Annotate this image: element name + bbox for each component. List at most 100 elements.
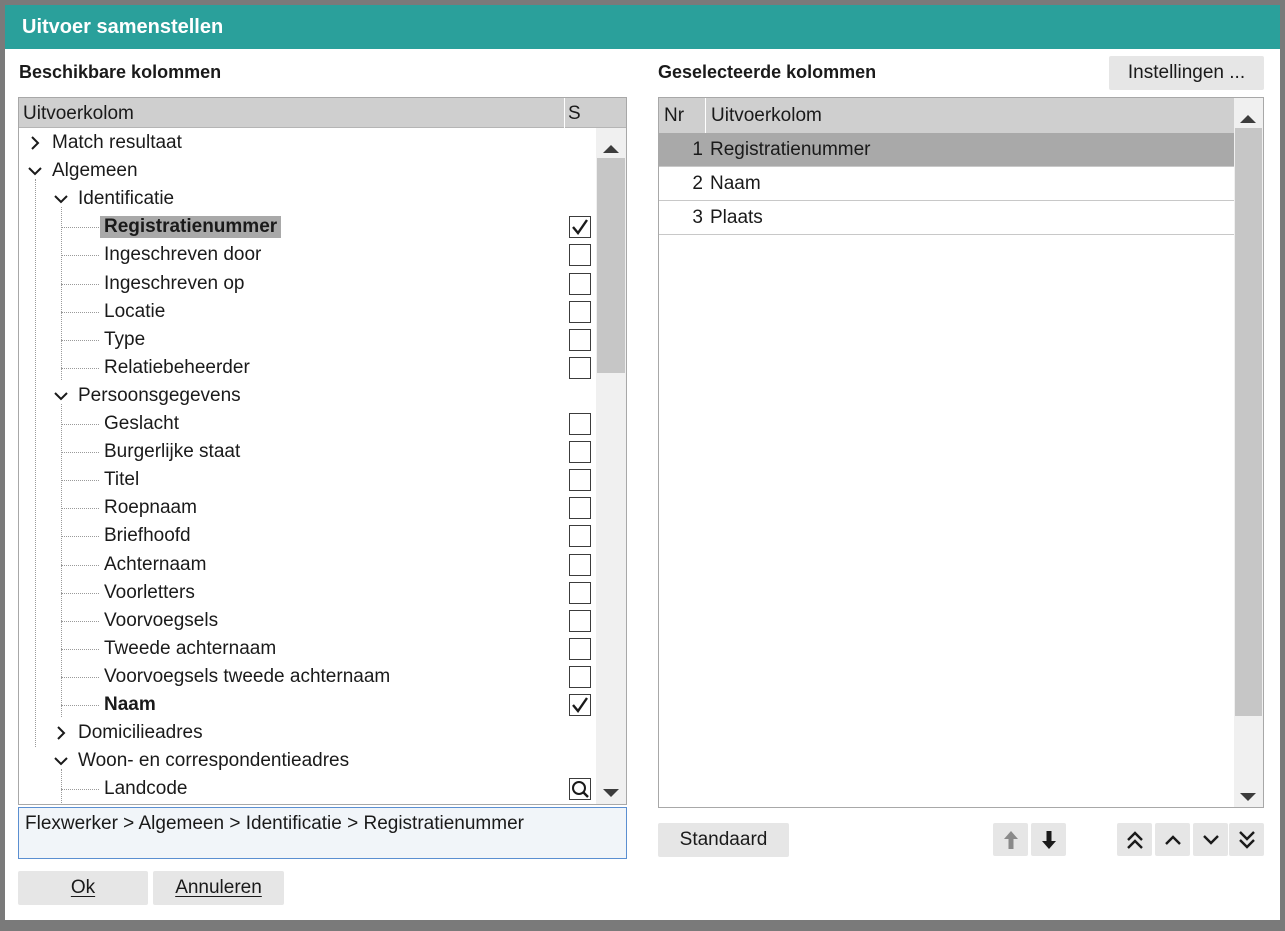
tree-row-label: Voorletters [104,581,195,603]
tree-connector [61,452,99,454]
list-scroll-down-icon[interactable] [1240,786,1256,807]
chevron-right-icon[interactable] [53,725,69,741]
tree-row-label: Geslacht [104,413,179,434]
tree-row[interactable]: Ingeschreven op [19,270,596,298]
tree-row[interactable]: Registratienummer [19,213,596,241]
tree-connector [61,339,99,341]
tree-row-label: Identificatie [78,188,175,210]
tree-scroll-up-icon[interactable] [603,138,619,160]
available-columns-tree: Uitvoerkolom S Match resultaat Algemeen Id… [18,97,627,805]
checkbox-unchecked[interactable] [569,497,591,520]
tree-row[interactable]: Persoonsgegevens [19,382,596,410]
list-item[interactable]: 2 Naam [659,167,1234,201]
tree-row[interactable]: Match resultaat [19,129,596,157]
move-one-up-chevron-up-icon[interactable] [1155,823,1190,856]
chevron-down-icon[interactable] [53,753,69,769]
tree-row-label: Type [104,328,146,350]
tree-row[interactable]: Tweede achternaam [19,635,596,663]
list-header-nr[interactable]: Nr [664,105,684,127]
checkbox-unchecked[interactable] [569,413,591,435]
tree-row[interactable]: Identificatie [19,185,596,213]
tree-scrollbar[interactable] [596,128,626,804]
checkbox-unchecked[interactable] [569,328,591,351]
checkbox-unchecked[interactable] [569,609,591,632]
checkbox-unchecked[interactable] [569,272,591,295]
tree-connector [61,367,99,369]
list-item[interactable]: 1 Registratienummer [659,133,1234,167]
tree-row[interactable]: Briefhoofd [19,522,596,550]
ok-button[interactable]: Ok [18,871,148,905]
tree-connector [61,676,99,678]
list-item[interactable]: 3 Plaats [659,201,1234,235]
tree-row[interactable]: Geslacht [19,410,596,438]
selected-path-field[interactable]: Flexwerker > Algemeen > Identificatie > … [18,807,627,859]
cancel-button[interactable]: Annuleren [153,871,284,905]
list-header: Nr Uitvoerkolom [659,98,1234,133]
move-up-arrow-icon[interactable] [993,823,1028,856]
tree-row[interactable]: Voorvoegsels [19,607,596,635]
tree-row-label: Woon- en correspondentieadres [78,750,350,772]
list-scroll-up-icon[interactable] [1240,108,1256,130]
tree-connector [61,480,99,482]
settings-button[interactable]: Instellingen ... [1109,56,1264,90]
tree-row[interactable]: Burgerlijke staat [19,438,596,466]
tree-row[interactable]: Voorvoegsels tweede achternaam [19,663,596,691]
tree-row[interactable]: Titel [19,466,596,494]
tree-row[interactable]: Naam [19,691,596,719]
chevron-down-icon[interactable] [27,163,43,179]
tree-connector [61,311,99,313]
tree-connector [61,227,99,229]
tree-scrollbar-thumb[interactable] [597,158,625,373]
tree-row-label: Algemeen [52,160,138,182]
move-down-arrow-icon[interactable] [1031,823,1066,856]
tree-row-label: Registratienummer [100,216,282,239]
checkbox-unchecked[interactable] [569,244,591,267]
list-scrollbar-thumb[interactable] [1235,128,1262,716]
tree-row[interactable]: Locatie [19,298,596,326]
tree-row[interactable]: Roepnaam [19,494,596,522]
move-bottom-double-chevron-down-icon[interactable] [1229,823,1264,856]
tree-row-label: Relatiebeheerder [104,356,250,378]
tree-row[interactable]: Landcode [19,775,596,803]
tree-row[interactable]: Woon- en correspondentieadres [19,747,596,775]
list-header-column[interactable]: Uitvoerkolom [711,105,822,127]
tree-row-label: Domicilieadres [78,722,203,744]
tree-row[interactable]: Ingeschreven door [19,241,596,269]
checkbox-checked[interactable] [569,216,591,239]
tree-header-column[interactable]: Uitvoerkolom [23,103,134,125]
checkbox-unchecked[interactable] [569,525,591,548]
checkbox-unchecked[interactable] [569,441,591,464]
tree-row[interactable]: Algemeen [19,157,596,185]
tree-row[interactable]: Achternaam [19,551,596,579]
checkbox-unchecked[interactable] [569,300,591,323]
checkbox-checked[interactable] [569,694,591,716]
tree-scroll-down-icon[interactable] [603,782,619,804]
tree-connector [61,424,99,425]
tree-row[interactable]: Voorletters [19,579,596,607]
checkbox-unchecked[interactable] [569,581,591,604]
output-dialog: Uitvoer samenstellen Beschikbare kolomme… [5,5,1280,920]
chevron-right-icon[interactable] [27,135,43,151]
tree-row-label: Burgerlijke staat [104,441,241,463]
tree-row[interactable]: Domicilieadres [19,719,596,747]
tree-row[interactable]: Type [19,326,596,354]
checkbox-unchecked[interactable] [569,637,591,660]
move-one-down-chevron-down-icon[interactable] [1193,823,1228,856]
checkbox-unchecked[interactable] [569,553,591,576]
tree-row[interactable]: Relatiebeheerder [19,354,596,382]
search-icon[interactable] [569,778,591,801]
tree-row-label: Voorvoegsels [104,609,219,631]
tree-connector [61,648,99,650]
tree-connector [61,789,99,791]
list-item-label: Registratienummer [710,139,871,160]
tree-header-s[interactable]: S [568,103,581,125]
list-scrollbar[interactable] [1234,98,1263,807]
chevron-down-icon[interactable] [53,388,69,404]
standard-button[interactable]: Standaard [658,823,789,857]
chevron-down-icon[interactable] [53,191,69,207]
tree-guide-line [61,403,62,717]
checkbox-unchecked[interactable] [569,469,591,492]
checkbox-unchecked[interactable] [569,356,591,379]
checkbox-unchecked[interactable] [569,665,591,688]
move-top-double-chevron-up-icon[interactable] [1117,823,1152,856]
